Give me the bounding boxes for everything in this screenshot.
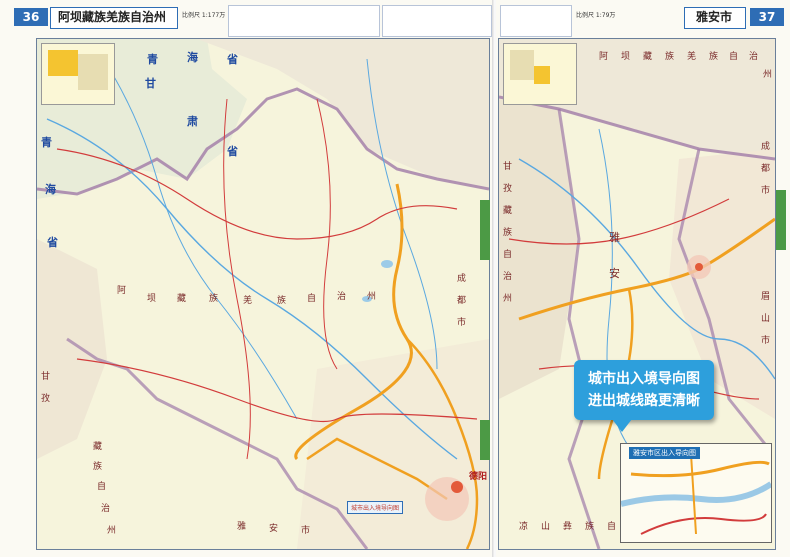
r-region-char-0: 雅 [609, 231, 620, 244]
region-char-8: 州 [367, 292, 377, 302]
r-bottom-char-4: 自 [607, 522, 617, 532]
r-right-char-2: 市 [761, 186, 771, 196]
r-left-char-3: 族 [503, 228, 513, 238]
right-char-1: 都 [457, 296, 467, 306]
r-top-char-0: 阿 [599, 52, 609, 62]
r-top-char-3: 族 [665, 52, 675, 62]
bottom-char-2: 市 [301, 526, 311, 536]
r-left-char-5: 治 [503, 272, 513, 282]
right-side-tab[interactable] [776, 190, 786, 250]
prov-label-sheng: 省 [227, 53, 238, 66]
left-side-tab-2[interactable] [480, 420, 490, 460]
side-char-0: 甘 [41, 372, 51, 382]
prov-label-gan: 甘 [145, 77, 156, 90]
region-char-0: 阿 [117, 286, 127, 296]
callout-line-1: 城市出入境导向图 [588, 371, 700, 387]
left-locator-map [41, 43, 115, 105]
left-page-number: 36 [14, 8, 48, 26]
side-char-4: 自 [97, 482, 107, 492]
bottom-char-1: 安 [269, 524, 279, 534]
prov-label-hai-2: 海 [45, 183, 56, 196]
r-top-char-2: 藏 [643, 52, 653, 62]
region-char-1: 坝 [147, 294, 157, 304]
r-bottom-char-2: 彝 [563, 522, 573, 532]
r-left-char-4: 自 [503, 250, 513, 260]
r-region-char-1: 安 [609, 267, 620, 280]
region-char-4: 羌 [243, 296, 253, 306]
region-char-3: 族 [209, 294, 219, 304]
prov-label-qing: 青 [147, 53, 158, 66]
r-top-char-1: 坝 [621, 52, 631, 62]
r-bottom-char-0: 凉 [519, 522, 529, 532]
city-inset-map[interactable]: 雅安市区出入导向图 [620, 443, 772, 543]
left-info-strip [382, 5, 492, 37]
r-top-char-5: 族 [709, 52, 719, 62]
r-top-char-8: 州 [763, 70, 773, 80]
callout-line-2: 进出城线路更清晰 [588, 393, 700, 409]
r-left-char-2: 藏 [503, 206, 513, 216]
r-right-char-5: 市 [761, 336, 771, 346]
r-left-char-1: 孜 [503, 184, 513, 194]
left-callout-box[interactable]: 城市出入境导向图 [347, 501, 404, 514]
left-page: 36 阿坝藏族羌族自治州 比例尺 1:177万 青 海 省 甘 肃 省 青 海 … [0, 0, 494, 557]
side-char-6: 州 [107, 526, 117, 536]
promo-callout: 城市出入境导向图 进出城线路更清晰 [574, 360, 714, 432]
side-char-1: 孜 [41, 394, 51, 404]
r-left-char-0: 甘 [503, 162, 513, 172]
r-bottom-char-3: 族 [585, 522, 595, 532]
side-char-5: 治 [101, 504, 111, 514]
left-scale: 比例尺 1:177万 [182, 12, 226, 19]
region-char-7: 治 [337, 292, 347, 302]
prov-label-sheng-2: 省 [227, 145, 238, 158]
r-right-char-0: 成 [761, 142, 771, 152]
region-char-2: 藏 [177, 294, 187, 304]
right-legend-strip [500, 5, 572, 37]
left-legend-strip [228, 5, 380, 37]
r-top-char-6: 自 [729, 52, 739, 62]
inset-title: 雅安市区出入导向图 [629, 447, 700, 459]
prov-label-qing-2: 青 [41, 136, 52, 149]
prov-label-hai: 海 [187, 51, 198, 64]
city-deyang[interactable]: 德阳 [469, 469, 487, 482]
right-char-2: 市 [457, 318, 467, 328]
right-locator-map [503, 43, 577, 105]
right-char-0: 成 [457, 274, 467, 284]
region-char-5: 族 [277, 296, 287, 306]
r-top-char-4: 羌 [687, 52, 697, 62]
side-char-2: 藏 [93, 442, 103, 452]
left-map[interactable]: 青 海 省 甘 肃 省 青 海 省 阿 坝 藏 族 羌 族 自 治 州 雅 安 … [36, 38, 490, 550]
r-top-char-7: 治 [749, 52, 759, 62]
right-page-title: 雅安市 [696, 10, 733, 24]
left-page-title: 阿坝藏族羌族自治州 [58, 10, 167, 24]
left-side-tab-1[interactable] [480, 200, 490, 260]
r-left-char-6: 州 [503, 294, 513, 304]
right-scale: 比例尺 1:79万 [576, 12, 616, 19]
prov-label-su: 肃 [187, 115, 198, 128]
r-right-char-3: 眉 [761, 292, 771, 302]
prov-label-sheng-3: 省 [47, 236, 58, 249]
r-bottom-char-1: 山 [541, 522, 551, 532]
r-right-char-1: 都 [761, 164, 771, 174]
side-char-3: 族 [93, 462, 103, 472]
right-page-number: 37 [750, 8, 784, 26]
bottom-char-0: 雅 [237, 522, 247, 532]
region-char-6: 自 [307, 294, 317, 304]
left-map-svg [37, 39, 489, 549]
r-right-char-4: 山 [761, 314, 771, 324]
